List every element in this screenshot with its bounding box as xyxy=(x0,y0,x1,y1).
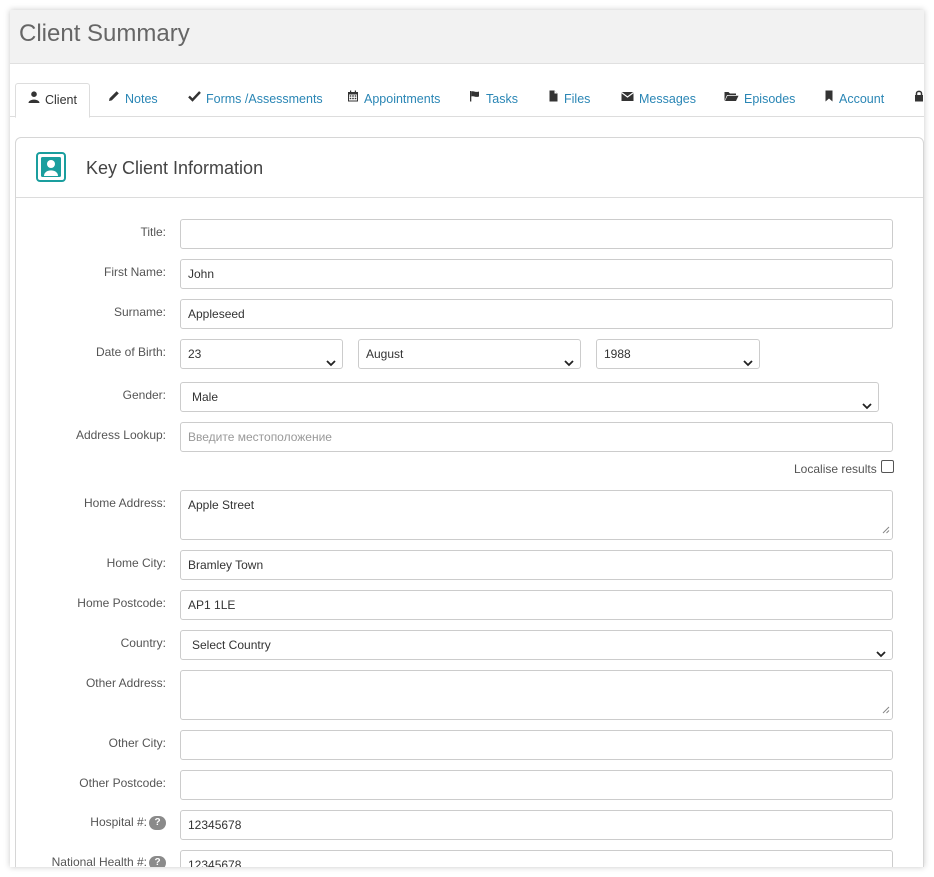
app-window: Client Summary Client Notes Forms /Asses… xyxy=(10,10,924,867)
title-input[interactable] xyxy=(180,219,893,249)
other-city-label: Other City: xyxy=(108,736,166,750)
home-address-textarea[interactable]: Apple Street xyxy=(180,490,893,540)
dob-label: Date of Birth: xyxy=(95,345,166,359)
gender-select[interactable]: Male xyxy=(180,382,879,412)
chevron-down-icon xyxy=(564,349,574,377)
tab-label: Tasks xyxy=(486,92,518,106)
surname-input[interactable]: Appleseed xyxy=(180,299,893,329)
country-select[interactable]: Select Country xyxy=(180,630,893,660)
national-health-number-label: National Health #:? xyxy=(16,855,166,867)
hospital-number-label-text: Hospital #: xyxy=(90,815,147,829)
gender-label: Gender: xyxy=(122,388,166,402)
tab-notes[interactable]: Notes xyxy=(108,83,158,117)
lock-icon xyxy=(914,82,924,115)
chevron-down-icon xyxy=(326,349,336,377)
resize-grip-icon[interactable] xyxy=(882,523,890,537)
tab-label: Files xyxy=(564,92,591,106)
folder-open-icon xyxy=(724,82,739,115)
tab-label: Forms /Assessments xyxy=(206,92,323,106)
other-city-input[interactable] xyxy=(180,730,893,760)
chevron-down-icon xyxy=(862,392,872,420)
tab-appointments[interactable]: Appointments xyxy=(347,83,440,117)
tab-bar: Client Notes Forms /Assessments Appointm… xyxy=(10,83,924,118)
dob-day-select[interactable]: 23 xyxy=(180,339,343,369)
tab-files[interactable]: Files xyxy=(548,83,590,117)
page-title: Client Summary xyxy=(19,20,190,47)
user-icon xyxy=(28,83,40,116)
gender-value: Male xyxy=(192,390,219,404)
home-address-value: Apple Street xyxy=(188,498,255,512)
tab-label: Episodes xyxy=(744,92,796,106)
title-label: Title: xyxy=(140,225,166,239)
resize-grip-icon[interactable] xyxy=(882,703,890,717)
dob-year-value: 1988 xyxy=(604,347,631,361)
tab-label: Account xyxy=(839,92,885,106)
hospital-number-input[interactable]: 12345678 xyxy=(180,810,893,840)
tab-episodes[interactable]: Episodes xyxy=(724,83,795,117)
address-lookup-input[interactable]: Введите местоположение xyxy=(180,422,893,452)
country-label: Country: xyxy=(120,636,166,650)
client-card-icon xyxy=(36,152,66,187)
other-address-textarea[interactable] xyxy=(180,670,893,720)
tab-label: Client xyxy=(45,93,77,107)
hospital-number-label: Hospital #:? xyxy=(16,815,166,830)
tab-messages[interactable]: Messages xyxy=(621,83,696,117)
chevron-down-icon xyxy=(876,640,886,668)
tab-tasks[interactable]: Tasks xyxy=(469,83,518,117)
tab-label: Appointments xyxy=(364,92,441,106)
national-health-number-label-text: National Health #: xyxy=(51,855,147,867)
chevron-down-icon xyxy=(743,349,753,377)
localise-results-checkbox[interactable] xyxy=(881,460,894,473)
help-icon[interactable]: ? xyxy=(149,815,166,830)
home-postcode-input[interactable]: AP1 1LE xyxy=(180,590,893,620)
surname-label: Surname: xyxy=(113,305,166,319)
page-header: Client Summary xyxy=(10,10,924,64)
panel-title: Key Client Information xyxy=(86,158,264,178)
tab-label: Messages xyxy=(639,92,696,106)
calendar-icon xyxy=(347,82,359,115)
other-address-label: Other Address: xyxy=(85,676,166,690)
other-postcode-input[interactable] xyxy=(180,770,893,800)
localise-results-label: Localise results xyxy=(794,462,877,476)
dob-month-select[interactable]: August xyxy=(358,339,581,369)
country-value: Select Country xyxy=(192,638,271,652)
help-icon[interactable]: ? xyxy=(149,855,166,867)
home-city-label: Home City: xyxy=(106,556,166,570)
envelope-icon xyxy=(621,82,634,115)
dob-month-value: August xyxy=(366,347,404,361)
check-icon xyxy=(188,82,201,115)
pencil-icon xyxy=(108,82,120,115)
first-name-label: First Name: xyxy=(103,265,166,279)
tab-client[interactable]: Client xyxy=(15,83,90,118)
bookmark-icon xyxy=(824,82,834,115)
address-lookup-label: Address Lookup: xyxy=(75,428,166,442)
tab-overflow[interactable] xyxy=(914,83,924,117)
home-postcode-label: Home Postcode: xyxy=(77,596,166,610)
first-name-input[interactable]: John xyxy=(180,259,893,289)
flag-icon xyxy=(469,82,481,115)
home-city-input[interactable]: Bramley Town xyxy=(180,550,893,580)
tab-label: Notes xyxy=(125,92,158,106)
home-address-label: Home Address: xyxy=(83,496,166,510)
panel-header: Key Client Information xyxy=(16,138,923,198)
dob-year-select[interactable]: 1988 xyxy=(596,339,760,369)
file-icon xyxy=(548,82,559,115)
tab-account[interactable]: Account xyxy=(824,83,884,117)
national-health-number-input[interactable]: 12345678 xyxy=(180,850,893,867)
other-postcode-label: Other Postcode: xyxy=(79,776,166,790)
dob-day-value: 23 xyxy=(188,347,202,361)
tab-forms-assessments[interactable]: Forms /Assessments xyxy=(188,83,323,117)
key-client-info-panel: Key Client Information Title: First Name… xyxy=(15,137,924,867)
